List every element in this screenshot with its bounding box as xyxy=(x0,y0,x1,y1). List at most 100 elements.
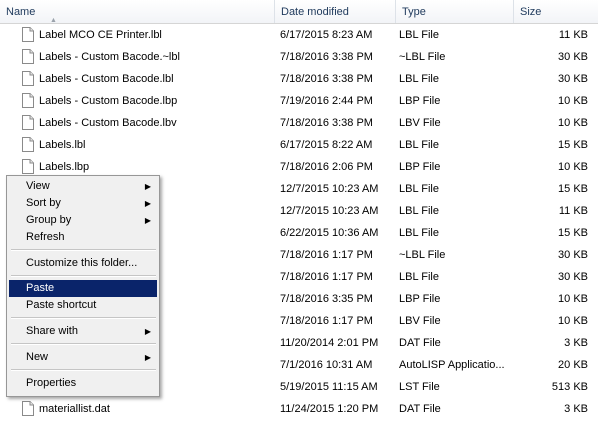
file-icon xyxy=(22,71,34,86)
file-size: 20 KB xyxy=(558,359,588,371)
menu-separator xyxy=(11,275,156,277)
file-date: 7/18/2016 1:17 PM xyxy=(280,271,373,283)
column-header-date[interactable]: Date modified xyxy=(275,0,396,23)
context-menu: View ▶ Sort by ▶ Group by ▶ Refresh Cust… xyxy=(6,175,160,397)
menu-item-refresh-label: Refresh xyxy=(26,231,65,243)
file-name: Labels - Custom Bacode.lbp xyxy=(39,95,178,107)
file-size: 15 KB xyxy=(558,183,588,195)
file-date: 12/7/2015 10:23 AM xyxy=(280,183,379,195)
file-date: 11/20/2014 2:01 PM xyxy=(280,337,379,349)
file-row[interactable]: Labels - Custom Bacode.lbl 7/18/2016 3:38… xyxy=(0,68,598,90)
file-row[interactable]: Labels - Custom Bacode.lbp 7/19/2016 2:44… xyxy=(0,90,598,112)
file-size: 30 KB xyxy=(558,51,588,63)
file-size: 10 KB xyxy=(558,293,588,305)
file-date: 7/18/2016 2:06 PM xyxy=(280,161,373,173)
menu-item-sort-by-label: Sort by xyxy=(26,197,61,209)
file-date: 7/18/2016 3:35 PM xyxy=(280,293,373,305)
file-type: ~LBL File xyxy=(399,51,446,63)
file-name: Labels - Custom Bacode.lbv xyxy=(39,117,177,129)
menu-item-customize-label: Customize this folder... xyxy=(26,257,138,269)
file-type: LBL File xyxy=(399,183,439,195)
file-date: 6/17/2015 8:23 AM xyxy=(280,29,373,41)
file-type: DAT File xyxy=(399,337,441,349)
menu-separator xyxy=(11,369,156,371)
submenu-arrow-icon: ▶ xyxy=(144,216,151,225)
file-type: LBP File xyxy=(399,95,441,107)
file-type: LBL File xyxy=(399,73,439,85)
file-size: 30 KB xyxy=(558,249,588,261)
menu-item-new[interactable]: New ▶ xyxy=(9,349,157,366)
file-icon xyxy=(22,27,34,42)
file-type: LBV File xyxy=(399,117,441,129)
menu-item-properties-label: Properties xyxy=(26,377,77,389)
file-row[interactable]: Labels - Custom Bacode.~lbl 7/18/2016 3:3… xyxy=(0,46,598,68)
submenu-arrow-icon: ▶ xyxy=(144,199,151,208)
file-date: 11/24/2015 1:20 PM xyxy=(280,403,379,415)
menu-item-properties[interactable]: Properties xyxy=(9,375,157,392)
menu-separator xyxy=(11,317,156,319)
file-row[interactable]: Labels.lbl 6/17/2015 8:22 AM LBL File 15 KB xyxy=(0,134,598,156)
file-row[interactable]: Label MCO CE Printer.lbl 6/17/2015 8:23 A… xyxy=(0,24,598,46)
submenu-arrow-icon: ▶ xyxy=(144,353,151,362)
menu-item-view[interactable]: View ▶ xyxy=(9,178,157,195)
file-date: 7/18/2016 3:38 PM xyxy=(280,51,373,63)
column-header-type-label: Type xyxy=(402,6,426,18)
file-type: LST File xyxy=(399,381,440,393)
file-name: Labels - Custom Bacode.lbl xyxy=(39,73,174,85)
column-header-bar: Name ▲ Date modified Type Size xyxy=(0,0,598,24)
menu-item-sort-by[interactable]: Sort by ▶ xyxy=(9,195,157,212)
file-type: DAT File xyxy=(399,403,441,415)
file-icon xyxy=(22,93,34,108)
file-name: materiallist.dat xyxy=(39,403,110,415)
file-type: LBV File xyxy=(399,315,441,327)
submenu-arrow-icon: ▶ xyxy=(144,327,151,336)
file-row[interactable]: Labels - Custom Bacode.lbv 7/18/2016 3:38… xyxy=(0,112,598,134)
menu-item-refresh[interactable]: Refresh xyxy=(9,229,157,246)
file-date: 6/22/2015 10:36 AM xyxy=(280,227,379,239)
file-size: 15 KB xyxy=(558,139,588,151)
file-type: LBL File xyxy=(399,139,439,151)
file-size: 30 KB xyxy=(558,271,588,283)
column-header-type[interactable]: Type xyxy=(396,0,514,23)
file-size: 11 KB xyxy=(558,205,588,217)
file-type: LBP File xyxy=(399,161,441,173)
file-name: Label MCO CE Printer.lbl xyxy=(39,29,162,41)
file-type: LBL File xyxy=(399,29,439,41)
file-date: 7/19/2016 2:44 PM xyxy=(280,95,373,107)
file-icon xyxy=(22,115,34,130)
file-date: 7/1/2016 10:31 AM xyxy=(280,359,373,371)
file-type: LBP File xyxy=(399,293,441,305)
menu-item-group-by[interactable]: Group by ▶ xyxy=(9,212,157,229)
file-size: 15 KB xyxy=(558,227,588,239)
file-icon xyxy=(22,137,34,152)
menu-item-group-by-label: Group by xyxy=(26,214,72,226)
file-date: 7/18/2016 3:38 PM xyxy=(280,117,373,129)
file-icon xyxy=(22,401,34,416)
file-name: Labels - Custom Bacode.~lbl xyxy=(39,51,180,63)
menu-item-paste[interactable]: Paste xyxy=(9,280,157,297)
file-type: AutoLISP Applicatio... xyxy=(399,359,505,371)
menu-separator xyxy=(11,343,156,345)
file-size: 513 KB xyxy=(551,381,588,393)
file-type: ~LBL File xyxy=(399,249,446,261)
file-size: 10 KB xyxy=(558,117,588,129)
menu-item-new-label: New xyxy=(26,351,49,363)
column-header-size[interactable]: Size xyxy=(514,0,598,23)
file-icon xyxy=(22,159,34,174)
column-header-name[interactable]: Name ▲ xyxy=(0,0,275,24)
file-size: 3 KB xyxy=(564,403,588,415)
file-size: 30 KB xyxy=(558,73,588,85)
file-size: 11 KB xyxy=(558,29,588,41)
column-header-size-label: Size xyxy=(520,6,542,18)
menu-item-customize[interactable]: Customize this folder... xyxy=(9,255,157,272)
file-date: 7/18/2016 1:17 PM xyxy=(280,315,373,327)
menu-item-share-with[interactable]: Share with ▶ xyxy=(9,323,157,340)
file-size: 3 KB xyxy=(564,337,588,349)
file-date: 12/7/2015 10:23 AM xyxy=(280,205,379,217)
file-date: 5/19/2015 11:15 AM xyxy=(280,381,378,393)
menu-item-paste-shortcut[interactable]: Paste shortcut xyxy=(9,297,157,314)
file-size: 10 KB xyxy=(558,161,588,173)
file-type: LBL File xyxy=(399,227,439,239)
file-row[interactable]: materiallist.dat 11/24/2015 1:20 PM DAT Fi… xyxy=(0,398,598,420)
file-date: 7/18/2016 1:17 PM xyxy=(280,249,373,261)
